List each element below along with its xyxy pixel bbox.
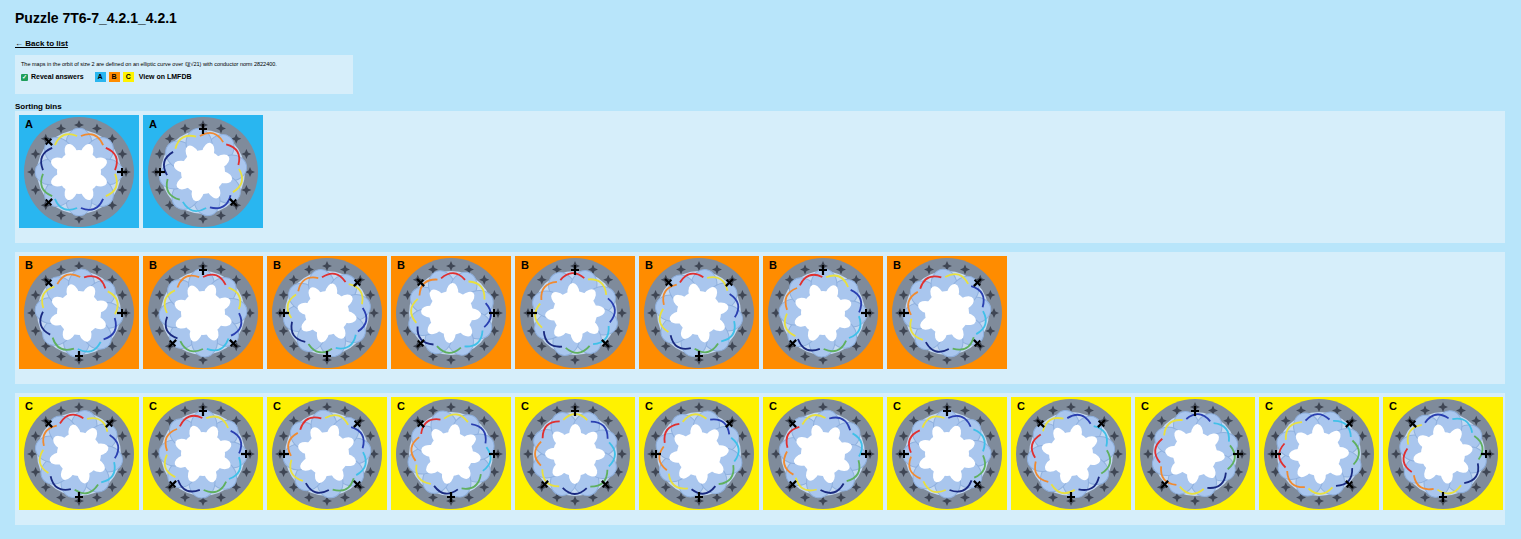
sorting-bin: AA: [15, 111, 1505, 243]
map-card[interactable]: A: [143, 115, 263, 228]
dessin-map-icon: [1387, 398, 1499, 510]
map-card[interactable]: B: [763, 256, 883, 369]
reveal-checkbox[interactable]: ✓: [21, 74, 28, 81]
dessin-map-icon: [23, 398, 135, 510]
card-label: B: [521, 259, 529, 272]
reveal-label[interactable]: Reveal answers: [31, 72, 84, 83]
controls-row: ✓Reveal answers ABC View on LMFDB: [21, 72, 347, 83]
card-label: C: [769, 400, 777, 413]
dessin-map-icon: [519, 257, 631, 369]
dessin-map-icon: [519, 398, 631, 510]
card-label: A: [149, 118, 157, 131]
info-text: The maps in the orbit of size 2 are defi…: [21, 60, 347, 68]
dessin-map-icon: [1139, 398, 1251, 510]
map-card[interactable]: C: [143, 397, 263, 510]
dessin-map-icon: [643, 257, 755, 369]
card-label: C: [25, 400, 33, 413]
card-label: C: [645, 400, 653, 413]
map-card[interactable]: B: [19, 256, 139, 369]
card-label: B: [25, 259, 33, 272]
page: Puzzle 7T6-7_4.2.1_4.2.1 ← Back to list Th…: [0, 0, 1521, 539]
dessin-map-icon: [891, 398, 1003, 510]
map-card[interactable]: B: [639, 256, 759, 369]
sorting-bin: BBBBBBBB: [15, 252, 1505, 384]
map-card[interactable]: C: [391, 397, 511, 510]
map-card[interactable]: B: [887, 256, 1007, 369]
card-label: B: [273, 259, 281, 272]
bin-badge: B: [109, 72, 120, 82]
back-link[interactable]: ← Back to list: [15, 39, 68, 49]
map-card[interactable]: B: [515, 256, 635, 369]
dessin-map-icon: [271, 257, 383, 369]
bins: AABBBBBBBBCCCCCCCCCCCC: [0, 111, 1521, 525]
map-card[interactable]: A: [19, 115, 139, 228]
bin-badge: A: [95, 72, 106, 82]
map-card[interactable]: C: [19, 397, 139, 510]
map-card[interactable]: C: [1383, 397, 1503, 510]
card-label: B: [149, 259, 157, 272]
dessin-map-icon: [395, 257, 507, 369]
card-label: C: [397, 400, 405, 413]
dessin-map-icon: [891, 257, 1003, 369]
card-label: B: [893, 259, 901, 272]
map-card[interactable]: C: [1135, 397, 1255, 510]
card-label: C: [1265, 400, 1273, 413]
map-card[interactable]: C: [1011, 397, 1131, 510]
card-label: C: [521, 400, 529, 413]
card-label: B: [769, 259, 777, 272]
dessin-map-icon: [395, 398, 507, 510]
map-card[interactable]: C: [887, 397, 1007, 510]
map-card[interactable]: C: [639, 397, 759, 510]
dessin-map-icon: [1263, 398, 1375, 510]
card-label: C: [273, 400, 281, 413]
card-label: B: [397, 259, 405, 272]
card-label: C: [893, 400, 901, 413]
dessin-map-icon: [1015, 398, 1127, 510]
dessin-map-icon: [147, 398, 259, 510]
map-card[interactable]: C: [763, 397, 883, 510]
card-label: B: [645, 259, 653, 272]
card-label: C: [1141, 400, 1149, 413]
dessin-map-icon: [23, 257, 135, 369]
card-label: C: [149, 400, 157, 413]
card-label: C: [1389, 400, 1397, 413]
map-card[interactable]: B: [267, 256, 387, 369]
map-card[interactable]: C: [515, 397, 635, 510]
dessin-map-icon: [767, 398, 879, 510]
map-card[interactable]: B: [143, 256, 263, 369]
info-box: The maps in the orbit of size 2 are defi…: [15, 55, 353, 94]
dessin-map-icon: [271, 398, 383, 510]
card-label: A: [25, 118, 33, 131]
dessin-map-icon: [147, 257, 259, 369]
lmfdb-link[interactable]: View on LMFDB: [139, 72, 192, 83]
map-card[interactable]: B: [391, 256, 511, 369]
dessin-map-icon: [767, 257, 879, 369]
map-card[interactable]: C: [267, 397, 387, 510]
map-card[interactable]: C: [1259, 397, 1379, 510]
sorting-bin: CCCCCCCCCCCC: [15, 393, 1505, 525]
dessin-map-icon: [643, 398, 755, 510]
card-label: C: [1017, 400, 1025, 413]
dessin-map-icon: [147, 116, 259, 228]
bin-badge: C: [123, 72, 134, 82]
page-title: Puzzle 7T6-7_4.2.1_4.2.1: [0, 0, 1521, 27]
dessin-map-icon: [23, 116, 135, 228]
